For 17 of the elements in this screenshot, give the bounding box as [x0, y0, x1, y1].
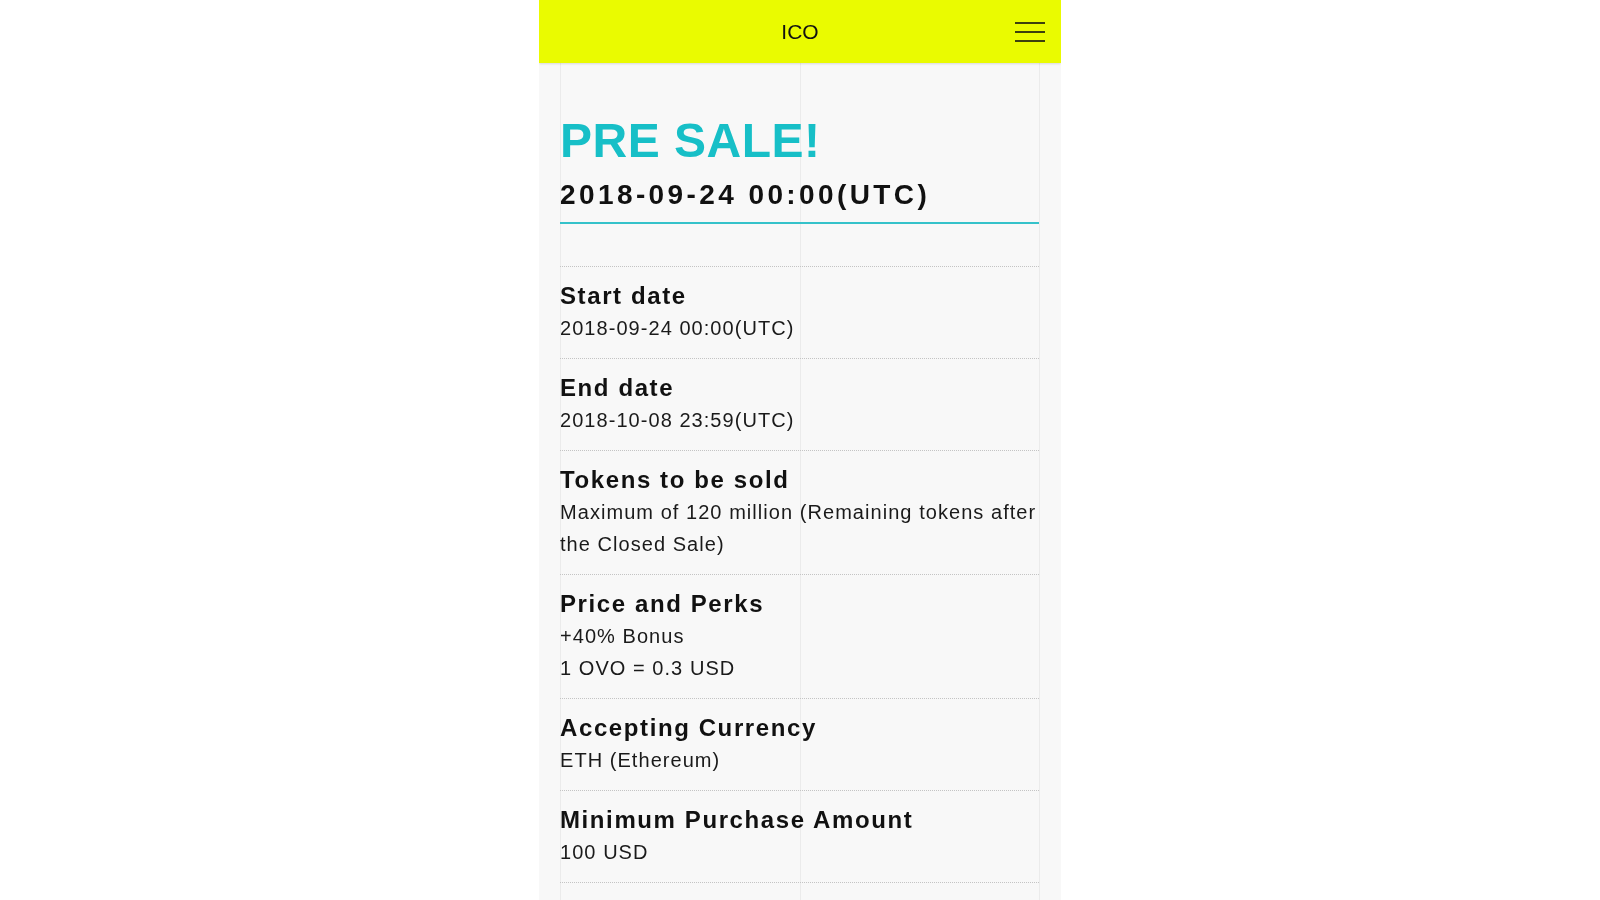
- detail-label: Accepting Currency: [560, 713, 817, 743]
- detail-value: Maximum of 120 million (Remaining tokens after the Closed Sale): [560, 501, 1037, 555]
- header-title: ICO: [781, 18, 819, 45]
- detail-label: Minimum Purchase Amount: [560, 805, 914, 835]
- detail-label: Tokens to be sold: [560, 465, 790, 495]
- detail-value: ETH (Ethereum): [560, 749, 721, 771]
- detail-label: Price and Perks: [560, 589, 765, 619]
- detail-label: Start date: [560, 281, 687, 311]
- detail-value: 2018-09-24 00:00(UTC): [560, 317, 795, 339]
- detail-value: 1 OVO = 0.3 USD: [560, 657, 736, 679]
- detail-value: +40% Bonus: [560, 625, 685, 647]
- presale-heading: PRE SALE!: [560, 113, 821, 169]
- detail-label: End date: [560, 373, 675, 403]
- detail-value: 2018-10-08 23:59(UTC): [560, 409, 795, 431]
- presale-date: 2018-09-24 00:00(UTC): [560, 178, 931, 212]
- detail-value: 100 USD: [560, 841, 649, 863]
- menu-icon[interactable]: [1015, 21, 1045, 42]
